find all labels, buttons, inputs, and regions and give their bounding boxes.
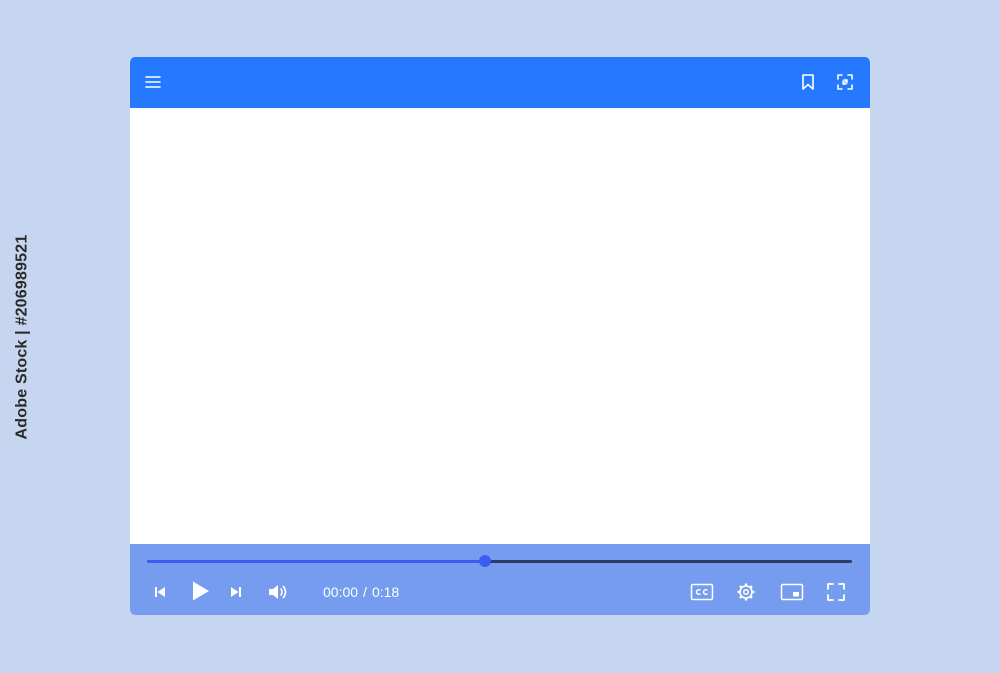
settings-button[interactable] <box>733 579 759 605</box>
time-display: 00:00/0:18 <box>323 582 399 602</box>
bookmark-button[interactable] <box>795 69 821 95</box>
next-button[interactable] <box>224 580 248 604</box>
current-time: 00:00 <box>323 584 359 600</box>
play-button[interactable] <box>186 577 214 605</box>
fullscreen-button[interactable] <box>823 579 849 605</box>
watermark: Adobe Stock | #206989521 <box>8 0 36 673</box>
captions-icon <box>690 583 714 601</box>
watermark-text: Adobe Stock | #206989521 <box>13 234 31 439</box>
previous-button[interactable] <box>148 580 172 604</box>
player-top-bar <box>130 57 870 108</box>
progress-played <box>147 560 486 563</box>
picture-in-picture-button[interactable] <box>778 579 806 605</box>
expand-icon <box>837 74 853 90</box>
progress-bar[interactable] <box>147 555 852 567</box>
next-icon <box>231 587 241 597</box>
player-control-bar: 00:00/0:18 <box>130 544 870 615</box>
menu-icon <box>145 76 161 88</box>
video-player: 00:00/0:18 <box>130 57 870 615</box>
settings-icon <box>737 583 755 601</box>
volume-icon <box>269 585 287 599</box>
expand-button[interactable] <box>832 69 858 95</box>
fullscreen-icon <box>827 583 845 601</box>
duration: 0:18 <box>371 584 400 600</box>
menu-button[interactable] <box>140 69 166 95</box>
video-screen[interactable] <box>130 108 870 544</box>
progress-handle[interactable] <box>479 555 492 567</box>
captions-button[interactable] <box>688 579 716 605</box>
picture-in-picture-icon <box>780 583 804 601</box>
volume-button[interactable] <box>264 579 292 605</box>
time-separator: / <box>363 584 367 600</box>
play-icon <box>193 581 209 601</box>
bookmark-icon <box>802 74 814 90</box>
previous-icon <box>155 587 165 597</box>
